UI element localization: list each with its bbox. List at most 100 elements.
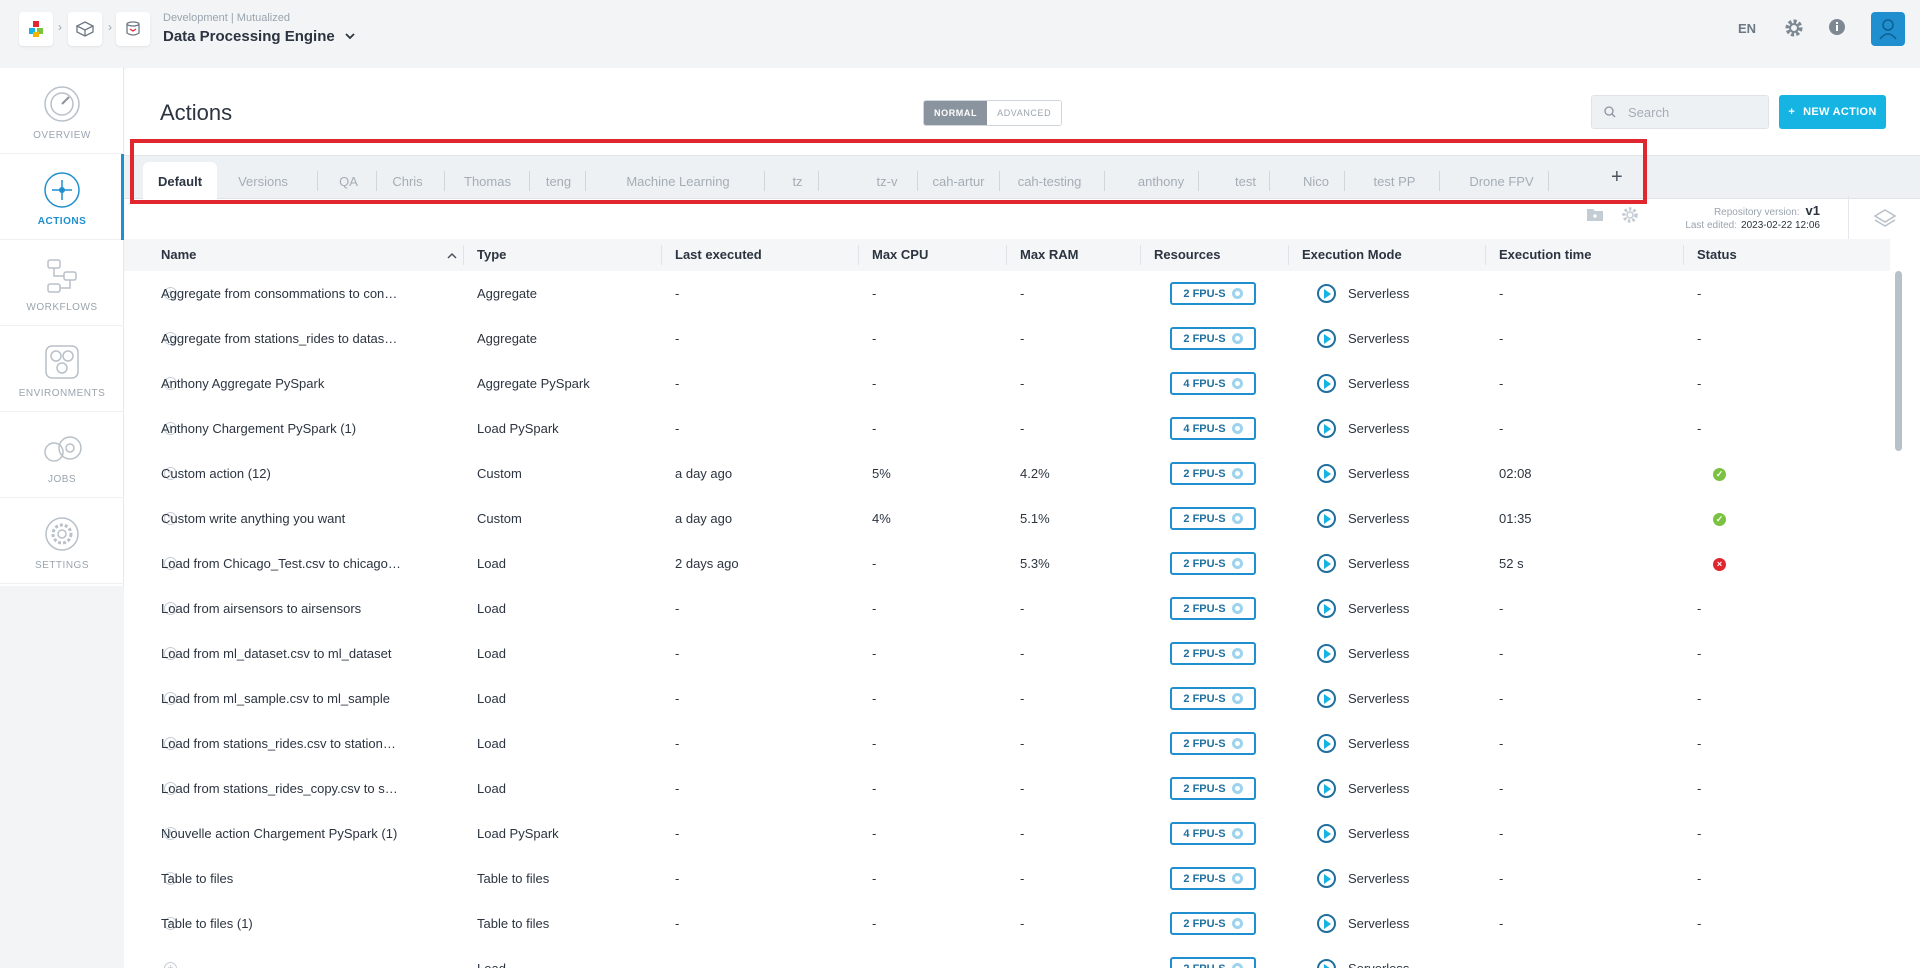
add-tab-button[interactable]: +	[1611, 166, 1623, 189]
table-row[interactable]: + Custom action (12) Custom a day ago 5% 4.2%…	[124, 451, 1890, 496]
cell-execution-mode: Serverless	[1348, 331, 1410, 346]
organization-button[interactable]	[68, 12, 102, 46]
table-row[interactable]: + Load from ml_sample.csv to ml_sample Loa…	[124, 676, 1890, 721]
resources-badge[interactable]: 2 FPU-S	[1170, 552, 1256, 575]
tab-drone-fpv[interactable]: Drone FPV	[1462, 162, 1541, 200]
avatar[interactable]	[1871, 12, 1905, 46]
column-header-execution-time[interactable]: Execution time	[1487, 239, 1591, 271]
resources-badge[interactable]: 4 FPU-S	[1170, 822, 1256, 845]
tab-tz-v[interactable]: tz-v	[864, 162, 910, 200]
sidebar-item-environments[interactable]: ENVIRONMENTS	[0, 326, 124, 412]
sidebar-item-jobs[interactable]: JOBS	[0, 412, 124, 498]
table-row[interactable]: + Custom write anything you want Custom a d…	[124, 496, 1890, 541]
folder-add-icon[interactable]	[1586, 206, 1604, 222]
column-header-last-executed[interactable]: Last executed	[663, 239, 762, 271]
tab-machine-learning[interactable]: Machine Learning	[599, 162, 757, 200]
table-row[interactable]: + Anthony Aggregate PySpark Aggregate PySp…	[124, 361, 1890, 406]
cell-name[interactable]: Nouvelle action Chargement PySpark (1)	[161, 811, 429, 856]
resources-badge[interactable]: 2 FPU-S	[1170, 642, 1256, 665]
sidebar-item-overview[interactable]: OVERVIEW	[0, 68, 124, 154]
sidebar-item-actions[interactable]: ACTIONS	[0, 154, 125, 240]
app-logo-button[interactable]	[19, 12, 53, 46]
resources-badge[interactable]: 2 FPU-S	[1170, 867, 1256, 890]
mode-normal-button[interactable]: NORMAL	[924, 101, 988, 125]
tab-cah-testing[interactable]: cah-testing	[1002, 162, 1097, 200]
tab-anthony[interactable]: anthony	[1131, 162, 1191, 200]
cell-name[interactable]: Aggregate from consommations to con…	[161, 271, 429, 316]
cell-name[interactable]: -	[161, 946, 429, 968]
sidebar-item-workflows[interactable]: WORKFLOWS	[0, 240, 124, 326]
layers-button[interactable]	[1848, 196, 1920, 242]
resources-badge[interactable]: 2 FPU-S	[1170, 282, 1256, 305]
table-row[interactable]: + Load from stations_rides_copy.csv to s……	[124, 766, 1890, 811]
column-header-execution-mode[interactable]: Execution Mode	[1290, 239, 1402, 271]
tab-cah-artur[interactable]: cah-artur	[925, 162, 992, 200]
cell-name[interactable]: Anthony Chargement PySpark (1)	[161, 406, 429, 451]
sort-asc-icon[interactable]	[447, 252, 457, 259]
cell-name[interactable]: Load from ml_sample.csv to ml_sample	[161, 676, 429, 721]
project-button[interactable]	[116, 12, 150, 46]
tab-test-pp[interactable]: test PP	[1357, 162, 1432, 200]
mode-advanced-button[interactable]: ADVANCED	[987, 101, 1062, 125]
project-selector[interactable]: Data Processing Engine	[163, 28, 355, 45]
table-row[interactable]: + Table to files (1) Table to files - - -2 FP…	[124, 901, 1890, 946]
cell-name[interactable]: Load from ml_dataset.csv to ml_dataset	[161, 631, 429, 676]
cell-name[interactable]: Aggregate from stations_rides to datas…	[161, 316, 429, 361]
new-action-button[interactable]: + NEW ACTION	[1779, 95, 1886, 129]
column-header-type[interactable]: Type	[465, 239, 506, 271]
tab-qa[interactable]: QA	[328, 162, 369, 200]
cell-name[interactable]: Table to files	[161, 856, 429, 901]
tab-tz[interactable]: tz	[784, 162, 811, 200]
info-icon[interactable]	[1828, 18, 1846, 36]
gear-icon[interactable]	[1784, 18, 1804, 38]
cell-name[interactable]: Load from airsensors to airsensors	[161, 586, 429, 631]
table-row[interactable]: + Load from Chicago_Test.csv to chicago… L…	[124, 541, 1890, 586]
cell-cpu: -	[872, 826, 877, 841]
cell-name[interactable]: Table to files (1)	[161, 901, 429, 946]
table-row[interactable]: + Load from airsensors to airsensors Load -…	[124, 586, 1890, 631]
cell-name[interactable]: Load from Chicago_Test.csv to chicago…	[161, 541, 429, 586]
tab-teng[interactable]: teng	[539, 162, 578, 200]
table-row[interactable]: + Load from ml_dataset.csv to ml_dataset L…	[124, 631, 1890, 676]
table-row[interactable]: + Aggregate from consommations to con… Agg…	[124, 271, 1890, 316]
resources-badge[interactable]: 2 FPU-S	[1170, 732, 1256, 755]
table-row[interactable]: + Load from stations_rides.csv to station…	[124, 721, 1890, 766]
resources-badge[interactable]: 2 FPU-S	[1170, 462, 1256, 485]
language-selector[interactable]: EN	[1738, 21, 1756, 36]
resources-badge[interactable]: 2 FPU-S	[1170, 912, 1256, 935]
repo-settings-icon[interactable]	[1621, 206, 1639, 224]
resources-badge[interactable]: 2 FPU-S	[1170, 597, 1256, 620]
search-input[interactable]	[1628, 104, 1748, 120]
resources-badge[interactable]: 2 FPU-S	[1170, 687, 1256, 710]
cell-name[interactable]: Custom write anything you want	[161, 496, 429, 541]
cell-name[interactable]: Load from stations_rides.csv to station…	[161, 721, 429, 766]
cell-name[interactable]: Custom action (12)	[161, 451, 429, 496]
column-header-status[interactable]: Status	[1685, 239, 1737, 271]
tab-nico[interactable]: Nico	[1295, 162, 1337, 200]
tab-default[interactable]: Default	[143, 162, 217, 200]
table-row[interactable]: + Anthony Chargement PySpark (1) Load PySp…	[124, 406, 1890, 451]
column-header-max-ram[interactable]: Max RAM	[1008, 239, 1079, 271]
column-header-name[interactable]: Name	[149, 239, 196, 271]
sidebar-item-settings[interactable]: SETTINGS	[0, 498, 124, 584]
tab-test[interactable]: test	[1229, 162, 1262, 200]
column-header-max-cpu[interactable]: Max CPU	[860, 239, 928, 271]
resources-badge[interactable]: 4 FPU-S	[1170, 417, 1256, 440]
resources-badge[interactable]: 4 FPU-S	[1170, 372, 1256, 395]
resources-badge[interactable]: 2 FPU-S	[1170, 957, 1256, 968]
table-row[interactable]: + Aggregate from stations_rides to datas……	[124, 316, 1890, 361]
table-row[interactable]: + Nouvelle action Chargement PySpark (1) L…	[124, 811, 1890, 856]
table-row[interactable]: + Table to files Table to files - - -2 FPU-S S…	[124, 856, 1890, 901]
column-header-resources[interactable]: Resources	[1142, 239, 1220, 271]
cell-name[interactable]: Load from stations_rides_copy.csv to s…	[161, 766, 429, 811]
tab-thomas[interactable]: Thomas	[453, 162, 522, 200]
resources-badge[interactable]: 2 FPU-S	[1170, 507, 1256, 530]
resources-badge[interactable]: 2 FPU-S	[1170, 327, 1256, 350]
tab-versions[interactable]: Versions	[216, 162, 310, 200]
scrollbar[interactable]	[1895, 271, 1902, 451]
tab-chris[interactable]: Chris	[378, 162, 437, 200]
cell-name[interactable]: Anthony Aggregate PySpark	[161, 361, 429, 406]
table-row[interactable]: +-Load---2 FPU-SServerless--	[124, 946, 1890, 968]
serverless-play-icon	[1317, 779, 1336, 798]
resources-badge[interactable]: 2 FPU-S	[1170, 777, 1256, 800]
